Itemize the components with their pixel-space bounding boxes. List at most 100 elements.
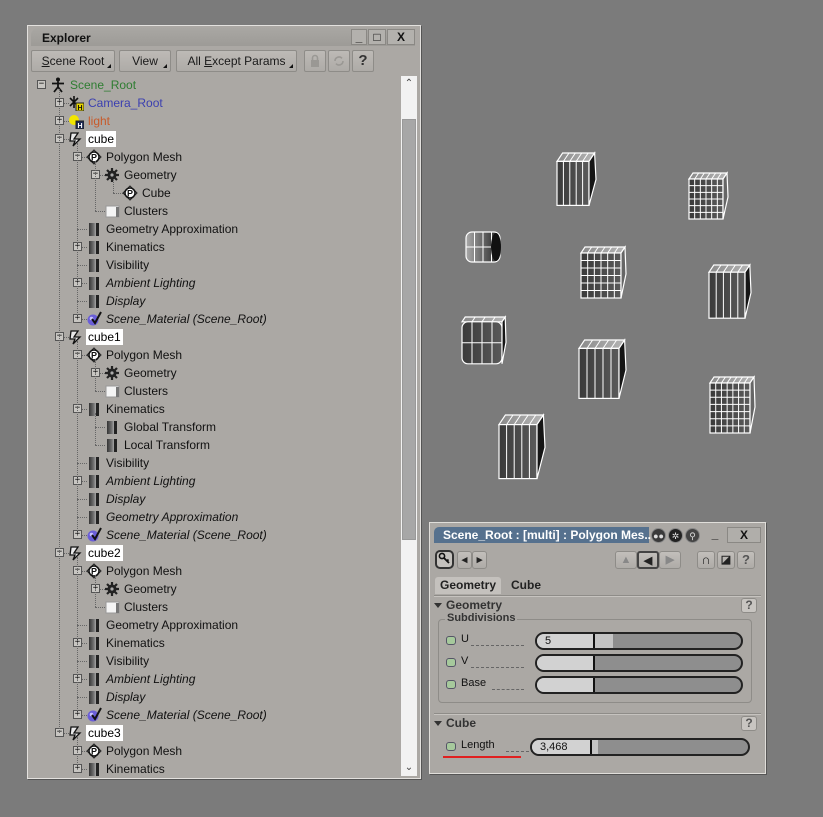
ppg-minimize-button[interactable]: _: [706, 527, 724, 543]
value-field[interactable]: 3,468: [532, 740, 592, 754]
param-slider[interactable]: 5: [535, 632, 743, 650]
tree-item[interactable]: − cube3: [31, 724, 399, 742]
tree-item[interactable]: + Scene_Material (Scene_Root): [31, 706, 399, 724]
cube-center[interactable]: [579, 245, 627, 299]
animation-toggle-icon[interactable]: [446, 636, 456, 645]
view-menu-button[interactable]: View: [119, 50, 171, 72]
cube-right[interactable]: [707, 263, 752, 319]
tree-item[interactable]: + Geometry: [31, 364, 399, 382]
revert-button[interactable]: ∩: [697, 551, 715, 569]
minimize-button[interactable]: _: [351, 29, 367, 45]
tree-item[interactable]: P Cube: [31, 184, 399, 202]
explorer-title-bar[interactable]: Explorer _ □ X: [31, 28, 415, 46]
animation-toggle-icon[interactable]: [446, 742, 456, 751]
tree-item[interactable]: − Scene_Root: [31, 76, 399, 94]
tree-item[interactable]: Global Transform: [31, 418, 399, 436]
tree-item[interactable]: + Scene_Material (Scene_Root): [31, 310, 399, 328]
3d-viewport[interactable]: [425, 25, 823, 520]
tree-item[interactable]: + H Camera_Root: [31, 94, 399, 112]
tree-item-label: Clusters: [124, 204, 169, 218]
tree-item[interactable]: − P Polygon Mesh: [31, 562, 399, 580]
scope-menu-accel: S: [41, 54, 50, 68]
explorer-scrollbar[interactable]: ⌃ ⌄: [401, 76, 417, 776]
cube-top-right[interactable]: [687, 171, 729, 220]
tree-item[interactable]: + Geometry: [31, 580, 399, 598]
tree-item[interactable]: Geometry Approximation: [31, 616, 399, 634]
tree-item[interactable]: + Scene_Material (Scene_Root): [31, 526, 399, 544]
tree-item[interactable]: − P Polygon Mesh: [31, 346, 399, 364]
tree-item[interactable]: − P Polygon Mesh: [31, 148, 399, 166]
previous-button[interactable]: ◂: [457, 551, 472, 569]
scrollbar-thumb[interactable]: [402, 118, 416, 540]
tree-item[interactable]: Display: [31, 292, 399, 310]
key-button[interactable]: [435, 550, 454, 569]
tree-item[interactable]: + P Polygon Mesh: [31, 742, 399, 760]
preset-button[interactable]: ◪: [717, 551, 735, 569]
section-cube-help[interactable]: ?: [741, 716, 757, 731]
close-button[interactable]: X: [387, 29, 415, 45]
value-field[interactable]: [537, 678, 595, 692]
tree-item[interactable]: Clusters: [31, 598, 399, 616]
ppg-help-button[interactable]: ?: [737, 551, 755, 569]
cube-bottom-right[interactable]: [708, 375, 756, 434]
lock-button[interactable]: [304, 50, 326, 72]
next-button[interactable]: ▸: [472, 551, 487, 569]
param-slider[interactable]: 3,468: [530, 738, 750, 756]
help-button[interactable]: ?: [352, 50, 374, 72]
tree-item[interactable]: − cube: [31, 130, 399, 148]
param-slider[interactable]: [535, 676, 743, 694]
ppg-close-button[interactable]: X: [727, 527, 761, 543]
tree-item[interactable]: + Kinematics: [31, 760, 399, 776]
tree-item[interactable]: Visibility: [31, 652, 399, 670]
scope-menu-button[interactable]: Scene Root: [31, 50, 115, 72]
rounded-cube-left[interactable]: [460, 315, 507, 365]
tree-item[interactable]: + Ambient Lighting: [31, 670, 399, 688]
tree-item[interactable]: Display: [31, 490, 399, 508]
tree-item[interactable]: + Ambient Lighting: [31, 472, 399, 490]
keyhole-lock-button[interactable]: ⚲: [685, 528, 700, 543]
move-up-button[interactable]: ▲: [615, 551, 637, 569]
tree-item[interactable]: Visibility: [31, 454, 399, 472]
tree-item[interactable]: Local Transform: [31, 436, 399, 454]
collapse-toggle-icon[interactable]: −: [37, 80, 46, 89]
tree-item[interactable]: + Kinematics: [31, 634, 399, 652]
section-geometry-header[interactable]: Geometry: [434, 598, 502, 612]
tree-item[interactable]: − cube1: [31, 328, 399, 346]
cube-bottom-left[interactable]: [497, 413, 546, 480]
section-geometry-help[interactable]: ?: [741, 598, 757, 613]
refresh-button[interactable]: [328, 50, 350, 72]
animation-toggle-icon[interactable]: [446, 658, 456, 667]
cube-middle[interactable]: [577, 338, 627, 399]
move-left-button[interactable]: ◀: [637, 551, 659, 569]
filter-menu-button[interactable]: All Except Params: [176, 50, 297, 72]
cube-top-center[interactable]: [555, 151, 597, 206]
tree-item[interactable]: + Ambient Lighting: [31, 274, 399, 292]
tree-item[interactable]: − Geometry: [31, 166, 399, 184]
param-slider[interactable]: [535, 654, 743, 672]
cylinder-left[interactable]: [465, 231, 501, 263]
tree-item[interactable]: Display: [31, 688, 399, 706]
tree-item[interactable]: + Hlight: [31, 112, 399, 130]
section-cube-header[interactable]: Cube: [434, 716, 476, 730]
tree-item[interactable]: Clusters: [31, 202, 399, 220]
move-right-button[interactable]: ▶: [659, 551, 681, 569]
recycle-button[interactable]: ✲: [668, 528, 683, 543]
animation-toggle-icon[interactable]: [446, 680, 456, 689]
tab-geometry[interactable]: Geometry: [435, 577, 502, 594]
tree-item[interactable]: Geometry Approximation: [31, 508, 399, 526]
viewport-canvas[interactable]: [425, 25, 823, 520]
inspect-button[interactable]: ●●: [651, 528, 666, 543]
tree-item[interactable]: + Kinematics: [31, 238, 399, 256]
tree-item[interactable]: − cube2: [31, 544, 399, 562]
scroll-down-button[interactable]: ⌄: [401, 760, 417, 776]
scroll-up-button[interactable]: ⌃: [401, 76, 417, 92]
tree-item[interactable]: − Kinematics: [31, 400, 399, 418]
tab-cube[interactable]: Cube: [506, 577, 546, 594]
value-field[interactable]: [537, 656, 595, 670]
tree-item[interactable]: Geometry Approximation: [31, 220, 399, 238]
value-field[interactable]: 5: [537, 634, 595, 648]
tree-item[interactable]: Clusters: [31, 382, 399, 400]
ppg-title-bar[interactable]: Scene_Root : [multi] : Polygon Mes...: [434, 527, 654, 543]
tree-item[interactable]: Visibility: [31, 256, 399, 274]
maximize-button[interactable]: □: [368, 29, 386, 45]
